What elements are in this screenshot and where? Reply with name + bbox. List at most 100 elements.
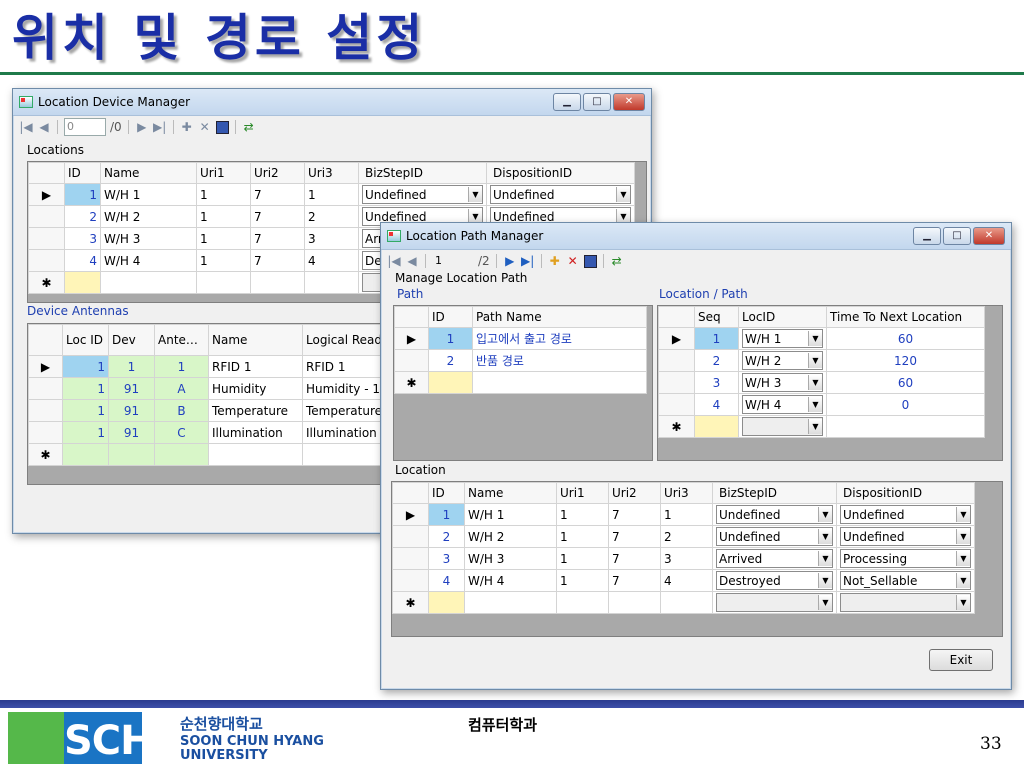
column-header[interactable]: Name bbox=[208, 324, 303, 356]
add-new-icon[interactable]: ✚ bbox=[548, 254, 562, 268]
column-header[interactable]: Uri3 bbox=[660, 482, 713, 504]
maximize-button[interactable]: □ bbox=[943, 227, 971, 245]
column-header[interactable]: ID bbox=[428, 306, 473, 328]
move-previous-icon[interactable]: ◀ bbox=[405, 254, 419, 268]
locid-dropdown[interactable]: W/H 1 ▼ bbox=[742, 329, 823, 348]
new-row[interactable]: ✱ ▼ bbox=[658, 415, 985, 438]
chevron-down-icon: ▼ bbox=[616, 187, 630, 202]
bizstep-dropdown[interactable]: Arrived ▼ bbox=[716, 549, 833, 568]
table-row[interactable]: 2 W/H 2 ▼ 120 bbox=[658, 349, 985, 372]
table-row[interactable]: 2 W/H 2 1 7 2 Undefined ▼ Undefined ▼ bbox=[392, 525, 975, 548]
column-header[interactable]: Uri2 bbox=[608, 482, 661, 504]
disposition-dropdown[interactable]: ▼ bbox=[840, 593, 971, 612]
refresh-icon[interactable]: ⇄ bbox=[242, 120, 256, 134]
bizstep-dropdown[interactable]: ▼ bbox=[716, 593, 833, 612]
table-row[interactable]: ▶ 1 W/H 1 1 7 1 Undefined ▼ Undefined ▼ bbox=[392, 503, 975, 526]
window-titlebar[interactable]: Location Path Manager ▁ □ ✕ bbox=[381, 223, 1011, 250]
column-header[interactable]: Path Name bbox=[472, 306, 647, 328]
path-group-label: Path bbox=[397, 287, 424, 301]
table-row[interactable]: 4 W/H 4 1 7 4 Destroyed ▼ Not_Sellable ▼ bbox=[392, 569, 975, 592]
disposition-dropdown[interactable]: Undefined ▼ bbox=[490, 185, 631, 204]
chevron-down-icon: ▼ bbox=[956, 573, 970, 588]
column-header[interactable]: ID bbox=[64, 162, 101, 184]
table-row[interactable]: 2 반품 경로 bbox=[394, 349, 647, 372]
new-row[interactable]: ✱ bbox=[394, 371, 647, 394]
current-row-indicator[interactable]: ▶ bbox=[394, 327, 429, 350]
move-next-icon[interactable]: ▶ bbox=[503, 254, 517, 268]
new-row-icon[interactable]: ✱ bbox=[392, 591, 429, 614]
column-header[interactable]: Uri3 bbox=[304, 162, 359, 184]
exit-button[interactable]: Exit bbox=[929, 649, 993, 671]
add-new-icon[interactable]: ✚ bbox=[180, 120, 194, 134]
move-last-icon[interactable]: ▶| bbox=[153, 120, 167, 134]
disposition-dropdown[interactable]: Not_Sellable ▼ bbox=[840, 571, 971, 590]
refresh-icon[interactable]: ⇄ bbox=[610, 254, 624, 268]
page-number: 33 bbox=[980, 734, 1002, 754]
disposition-dropdown[interactable]: Undefined ▼ bbox=[840, 505, 971, 524]
column-header[interactable]: Uri1 bbox=[196, 162, 251, 184]
new-row-icon[interactable]: ✱ bbox=[28, 271, 65, 294]
column-header[interactable]: Uri2 bbox=[250, 162, 305, 184]
column-header[interactable]: Uri1 bbox=[556, 482, 609, 504]
close-button[interactable]: ✕ bbox=[973, 227, 1005, 245]
disposition-dropdown[interactable]: Undefined ▼ bbox=[840, 527, 971, 546]
disposition-dropdown[interactable]: Processing ▼ bbox=[840, 549, 971, 568]
position-input[interactable]: 0 bbox=[64, 118, 106, 136]
save-icon[interactable] bbox=[215, 120, 229, 134]
table-row[interactable]: 3 W/H 3 ▼ 60 bbox=[658, 371, 985, 394]
save-icon[interactable] bbox=[583, 254, 597, 268]
column-header[interactable]: Antenna bbox=[154, 324, 209, 356]
current-row-indicator[interactable]: ▶ bbox=[28, 355, 63, 378]
new-row-icon[interactable]: ✱ bbox=[658, 415, 695, 438]
delete-icon[interactable]: ✕ bbox=[198, 120, 212, 134]
chevron-down-icon: ▼ bbox=[818, 529, 832, 544]
current-row-indicator[interactable]: ▶ bbox=[28, 183, 65, 206]
close-button[interactable]: ✕ bbox=[613, 93, 645, 111]
move-first-icon[interactable]: |◀ bbox=[19, 120, 33, 134]
new-row-icon[interactable]: ✱ bbox=[394, 371, 429, 394]
minimize-button[interactable]: ▁ bbox=[913, 227, 941, 245]
column-header[interactable]: Name bbox=[100, 162, 197, 184]
bizstep-dropdown[interactable]: Undefined ▼ bbox=[716, 505, 833, 524]
column-header[interactable]: DispositionID bbox=[486, 162, 635, 184]
move-previous-icon[interactable]: ◀ bbox=[37, 120, 51, 134]
maximize-button[interactable]: □ bbox=[583, 93, 611, 111]
current-row-indicator[interactable]: ▶ bbox=[658, 327, 695, 350]
locid-dropdown[interactable]: W/H 2 ▼ bbox=[742, 351, 823, 370]
column-header[interactable]: Name bbox=[464, 482, 557, 504]
bizstep-dropdown[interactable]: Undefined ▼ bbox=[362, 185, 483, 204]
column-header[interactable]: LocID bbox=[738, 306, 827, 328]
column-header[interactable]: BizStepID bbox=[358, 162, 487, 184]
column-header[interactable]: DispositionID bbox=[836, 482, 975, 504]
new-row-icon[interactable]: ✱ bbox=[28, 443, 63, 466]
column-header[interactable]: Seq bbox=[694, 306, 739, 328]
move-first-icon[interactable]: |◀ bbox=[387, 254, 401, 268]
locid-dropdown[interactable]: ▼ bbox=[742, 417, 823, 436]
position-input[interactable]: 1 bbox=[432, 252, 474, 270]
location-path-manager-window: Location Path Manager ▁ □ ✕ |◀ ◀ 1 /2 ▶ … bbox=[380, 222, 1012, 690]
column-header[interactable]: Dev bbox=[108, 324, 155, 356]
column-header[interactable]: Time To Next Location bbox=[826, 306, 985, 328]
locid-dropdown[interactable]: W/H 3 ▼ bbox=[742, 373, 823, 392]
table-row[interactable]: 4 W/H 4 ▼ 0 bbox=[658, 393, 985, 416]
table-row[interactable]: 3 W/H 3 1 7 3 Arrived ▼ Processing ▼ bbox=[392, 547, 975, 570]
bizstep-dropdown[interactable]: Destroyed ▼ bbox=[716, 571, 833, 590]
window-titlebar[interactable]: Location Device Manager ▁ □ ✕ bbox=[13, 89, 651, 116]
locid-dropdown[interactable]: W/H 4 ▼ bbox=[742, 395, 823, 414]
column-header[interactable]: BizStepID bbox=[712, 482, 837, 504]
move-last-icon[interactable]: ▶| bbox=[521, 254, 535, 268]
table-row[interactable]: ▶ 1 입고에서 출고 경로 bbox=[394, 327, 647, 350]
count-label: /0 bbox=[110, 120, 122, 134]
move-next-icon[interactable]: ▶ bbox=[135, 120, 149, 134]
delete-icon[interactable]: ✕ bbox=[566, 254, 580, 268]
table-row[interactable]: ▶ 1 W/H 1 ▼ 60 bbox=[658, 327, 985, 350]
column-header[interactable]: Loc ID bbox=[62, 324, 109, 356]
university-name-english: SOON CHUN HYANG UNIVERSITY bbox=[180, 734, 324, 763]
bizstep-dropdown[interactable]: Undefined ▼ bbox=[716, 527, 833, 546]
current-row-indicator[interactable]: ▶ bbox=[392, 503, 429, 526]
column-header[interactable]: ID bbox=[428, 482, 465, 504]
minimize-button[interactable]: ▁ bbox=[553, 93, 581, 111]
table-row[interactable]: ▶ 1 W/H 1 1 7 1 Undefined ▼ Undefined ▼ bbox=[28, 183, 635, 206]
chevron-down-icon: ▼ bbox=[818, 551, 832, 566]
new-row[interactable]: ✱ ▼ ▼ bbox=[392, 591, 975, 614]
